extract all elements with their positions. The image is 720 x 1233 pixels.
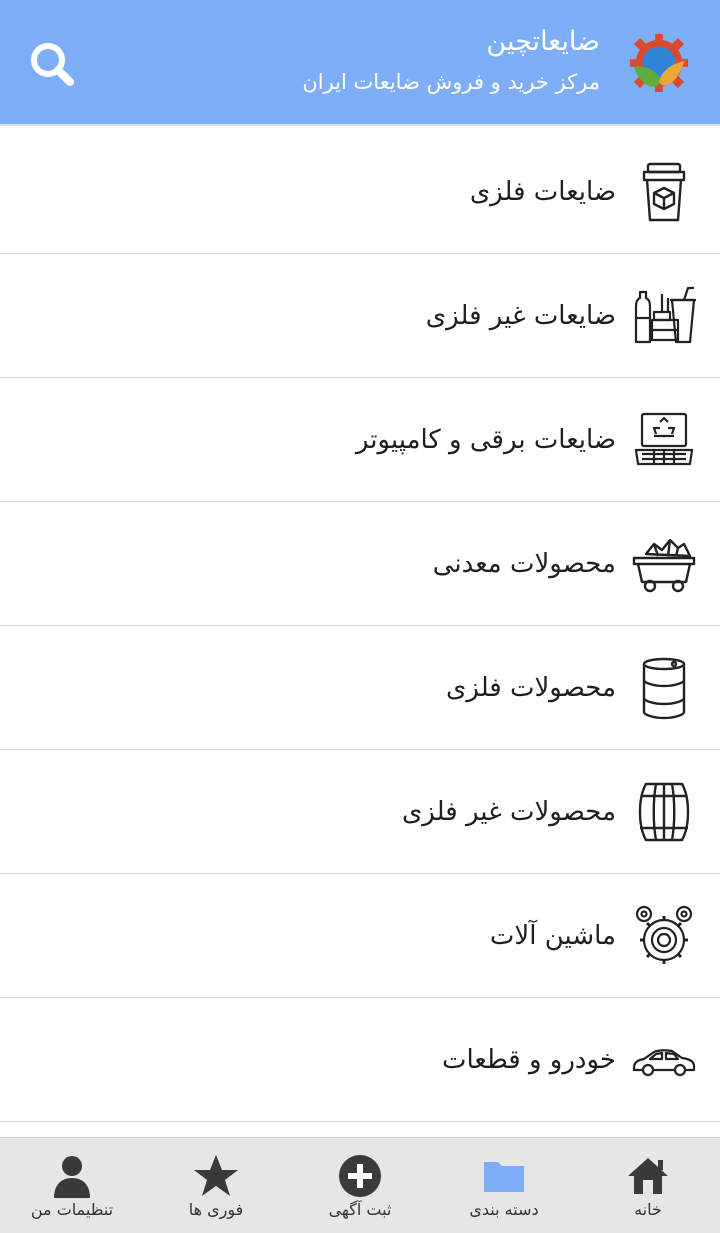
nav-label-categories: دسته بندی — [469, 1200, 539, 1219]
search-button[interactable] — [26, 38, 78, 90]
bottom-navigation: خانه دسته بندی ثبت آگهی فوری ها تنظیمات … — [0, 1137, 720, 1233]
home-icon — [624, 1152, 672, 1200]
nav-item-post-ad[interactable]: ثبت آگهی — [288, 1138, 432, 1233]
bottles-cups-icon — [632, 284, 696, 348]
category-row-metal-scrap[interactable]: ضایعات فلزی — [0, 130, 720, 254]
app-header: ضایعاتچین مرکز خرید و فروش ضایعات ایران — [0, 0, 720, 126]
category-label: ضایعات برقی و کامپیوتر — [355, 425, 616, 455]
add-circle-icon — [336, 1152, 384, 1200]
category-row-nonmetal-products[interactable]: محصولات غیر فلزی — [0, 750, 720, 874]
app-subtitle: مرکز خرید و فروش ضایعات ایران — [302, 70, 600, 94]
star-icon — [192, 1152, 240, 1200]
category-row-electrical-scrap[interactable]: ضایعات برقی و کامپیوتر — [0, 378, 720, 502]
category-label: خودرو و قطعات — [442, 1045, 616, 1075]
trash-bin-box-icon — [632, 160, 696, 224]
category-row-machinery[interactable]: ماشین آلات — [0, 874, 720, 998]
category-row-nonmetal-scrap[interactable]: ضایعات غیر فلزی — [0, 254, 720, 378]
car-icon — [632, 1028, 696, 1092]
category-label: ضایعات فلزی — [469, 177, 616, 207]
category-label: ضایعات غیر فلزی — [425, 301, 616, 331]
category-list: ضایعات فلزی ضایعات غیر فلزی ضایعات برقی … — [0, 130, 720, 1122]
folder-icon — [480, 1152, 528, 1200]
nav-label-urgent: فوری ها — [188, 1200, 244, 1219]
nav-label-home: خانه — [634, 1200, 662, 1219]
nav-label-post-ad: ثبت آگهی — [328, 1200, 392, 1219]
laptop-recycle-icon — [632, 408, 696, 472]
category-label: محصولات فلزی — [446, 673, 616, 703]
category-row-mineral-products[interactable]: محصولات معدنی — [0, 502, 720, 626]
nav-item-home[interactable]: خانه — [576, 1138, 720, 1233]
app-title-block: ضایعاتچین مرکز خرید و فروش ضایعات ایران — [302, 24, 600, 100]
nav-item-categories[interactable]: دسته بندی — [432, 1138, 576, 1233]
user-icon — [48, 1152, 96, 1200]
oil-barrel-icon — [632, 656, 696, 720]
wooden-barrel-icon — [632, 780, 696, 844]
category-row-vehicles-parts[interactable]: خودرو و قطعات — [0, 998, 720, 1122]
gears-icon — [632, 904, 696, 968]
category-row-metal-products[interactable]: محصولات فلزی — [0, 626, 720, 750]
nav-label-my-settings: تنظیمات من — [30, 1200, 114, 1219]
search-icon — [31, 43, 74, 86]
app-logo-icon — [628, 32, 690, 94]
category-label: ماشین آلات — [489, 921, 616, 951]
category-label: محصولات غیر فلزی — [401, 797, 616, 827]
app-title: ضایعاتچین — [486, 26, 600, 57]
nav-item-my-settings[interactable]: تنظیمات من — [0, 1138, 144, 1233]
mine-cart-icon — [632, 532, 696, 596]
nav-item-urgent[interactable]: فوری ها — [144, 1138, 288, 1233]
category-label: محصولات معدنی — [432, 549, 616, 579]
